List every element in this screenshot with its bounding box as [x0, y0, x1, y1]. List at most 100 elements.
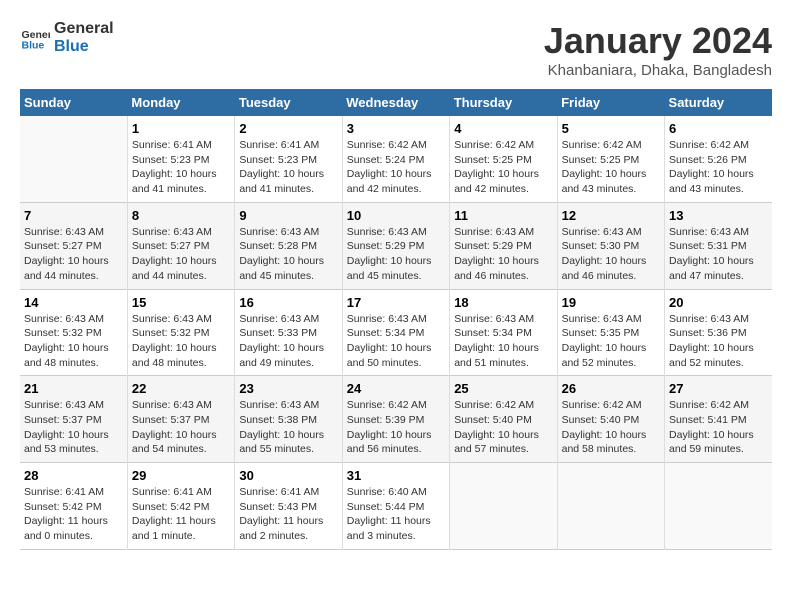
calendar-cell: 18 Sunrise: 6:43 AMSunset: 5:34 PMDayligh…	[450, 289, 557, 376]
calendar-cell: 19 Sunrise: 6:43 AMSunset: 5:35 PMDayligh…	[557, 289, 664, 376]
calendar-cell: 15 Sunrise: 6:43 AMSunset: 5:32 PMDayligh…	[127, 289, 234, 376]
day-number: 16	[239, 295, 337, 310]
calendar-cell	[557, 463, 664, 550]
day-info: Sunrise: 6:40 AMSunset: 5:44 PMDaylight:…	[347, 485, 445, 544]
day-number: 9	[239, 208, 337, 223]
calendar-cell: 7 Sunrise: 6:43 AMSunset: 5:27 PMDaylight…	[20, 202, 127, 289]
calendar-cell: 8Sunrise: 6:43 AMSunset: 5:27 PMDaylight…	[127, 202, 234, 289]
calendar-cell: 9 Sunrise: 6:43 AMSunset: 5:28 PMDaylight…	[235, 202, 342, 289]
day-number: 13	[669, 208, 768, 223]
day-info: Sunrise: 6:42 AMSunset: 5:25 PMDaylight:…	[562, 138, 660, 197]
day-number: 1	[132, 121, 230, 136]
calendar-cell: 28Sunrise: 6:41 AMSunset: 5:42 PMDayligh…	[20, 463, 127, 550]
day-info: Sunrise: 6:42 AMSunset: 5:40 PMDaylight:…	[562, 398, 660, 457]
calendar-cell	[20, 116, 127, 202]
calendar-cell: 3 Sunrise: 6:42 AMSunset: 5:24 PMDaylight…	[342, 116, 449, 202]
calendar-cell: 16 Sunrise: 6:43 AMSunset: 5:33 PMDayligh…	[235, 289, 342, 376]
day-number: 14	[24, 295, 123, 310]
calendar-cell: 23Sunrise: 6:43 AMSunset: 5:38 PMDayligh…	[235, 376, 342, 463]
calendar-cell: 6Sunrise: 6:42 AMSunset: 5:26 PMDaylight…	[665, 116, 772, 202]
weekday-header-row: SundayMondayTuesdayWednesdayThursdayFrid…	[20, 89, 772, 116]
logo-line2: Blue	[54, 38, 114, 56]
day-number: 31	[347, 468, 445, 483]
day-info: Sunrise: 6:43 AMSunset: 5:33 PMDaylight:…	[239, 312, 337, 371]
day-info: Sunrise: 6:43 AMSunset: 5:34 PMDaylight:…	[454, 312, 552, 371]
calendar-cell: 14 Sunrise: 6:43 AMSunset: 5:32 PMDayligh…	[20, 289, 127, 376]
day-number: 11	[454, 208, 552, 223]
calendar-cell: 17 Sunrise: 6:43 AMSunset: 5:34 PMDayligh…	[342, 289, 449, 376]
day-number: 7	[24, 208, 123, 223]
day-number: 15	[132, 295, 230, 310]
calendar-cell: 4Sunrise: 6:42 AMSunset: 5:25 PMDaylight…	[450, 116, 557, 202]
day-number: 17	[347, 295, 445, 310]
logo-icon: General Blue	[20, 23, 50, 53]
day-info: Sunrise: 6:43 AMSunset: 5:32 PMDaylight:…	[24, 312, 123, 371]
day-info: Sunrise: 6:43 AMSunset: 5:28 PMDaylight:…	[239, 225, 337, 284]
logo: General Blue General Blue	[20, 20, 114, 55]
weekday-header-saturday: Saturday	[665, 89, 772, 116]
day-info: Sunrise: 6:41 AMSunset: 5:42 PMDaylight:…	[132, 485, 230, 544]
day-info: Sunrise: 6:42 AMSunset: 5:41 PMDaylight:…	[669, 398, 768, 457]
weekday-header-wednesday: Wednesday	[342, 89, 449, 116]
title-block: January 2024 Khanbaniara, Dhaka, Banglad…	[544, 20, 772, 79]
calendar-cell: 12 Sunrise: 6:43 AMSunset: 5:30 PMDayligh…	[557, 202, 664, 289]
day-number: 21	[24, 381, 123, 396]
calendar-cell: 20 Sunrise: 6:43 AMSunset: 5:36 PMDayligh…	[665, 289, 772, 376]
calendar-title: January 2024	[544, 20, 772, 62]
calendar-cell: 10Sunrise: 6:43 AMSunset: 5:29 PMDayligh…	[342, 202, 449, 289]
day-info: Sunrise: 6:41 AMSunset: 5:43 PMDaylight:…	[239, 485, 337, 544]
day-info: Sunrise: 6:41 AMSunset: 5:23 PMDaylight:…	[239, 138, 337, 197]
calendar-cell: 5 Sunrise: 6:42 AMSunset: 5:25 PMDaylight…	[557, 116, 664, 202]
calendar-cell: 11Sunrise: 6:43 AMSunset: 5:29 PMDayligh…	[450, 202, 557, 289]
day-number: 25	[454, 381, 552, 396]
calendar-table: SundayMondayTuesdayWednesdayThursdayFrid…	[20, 89, 772, 550]
weekday-header-friday: Friday	[557, 89, 664, 116]
day-info: Sunrise: 6:43 AMSunset: 5:32 PMDaylight:…	[132, 312, 230, 371]
svg-text:Blue: Blue	[22, 39, 45, 51]
day-info: Sunrise: 6:41 AMSunset: 5:42 PMDaylight:…	[24, 485, 123, 544]
day-number: 24	[347, 381, 445, 396]
day-info: Sunrise: 6:43 AMSunset: 5:37 PMDaylight:…	[132, 398, 230, 457]
day-info: Sunrise: 6:43 AMSunset: 5:36 PMDaylight:…	[669, 312, 768, 371]
day-number: 19	[562, 295, 660, 310]
day-number: 3	[347, 121, 445, 136]
calendar-cell: 24Sunrise: 6:42 AMSunset: 5:39 PMDayligh…	[342, 376, 449, 463]
calendar-week-row: 14 Sunrise: 6:43 AMSunset: 5:32 PMDayligh…	[20, 289, 772, 376]
calendar-cell: 29 Sunrise: 6:41 AMSunset: 5:42 PMDayligh…	[127, 463, 234, 550]
day-info: Sunrise: 6:42 AMSunset: 5:24 PMDaylight:…	[347, 138, 445, 197]
day-number: 29	[132, 468, 230, 483]
day-info: Sunrise: 6:43 AMSunset: 5:37 PMDaylight:…	[24, 398, 123, 457]
weekday-header-thursday: Thursday	[450, 89, 557, 116]
day-number: 8	[132, 208, 230, 223]
day-info: Sunrise: 6:43 AMSunset: 5:35 PMDaylight:…	[562, 312, 660, 371]
day-number: 2	[239, 121, 337, 136]
day-number: 30	[239, 468, 337, 483]
day-info: Sunrise: 6:43 AMSunset: 5:29 PMDaylight:…	[347, 225, 445, 284]
day-info: Sunrise: 6:42 AMSunset: 5:40 PMDaylight:…	[454, 398, 552, 457]
calendar-cell: 30 Sunrise: 6:41 AMSunset: 5:43 PMDayligh…	[235, 463, 342, 550]
day-number: 12	[562, 208, 660, 223]
calendar-week-row: 21 Sunrise: 6:43 AMSunset: 5:37 PMDayligh…	[20, 376, 772, 463]
day-number: 20	[669, 295, 768, 310]
calendar-cell: 27 Sunrise: 6:42 AMSunset: 5:41 PMDayligh…	[665, 376, 772, 463]
day-info: Sunrise: 6:43 AMSunset: 5:30 PMDaylight:…	[562, 225, 660, 284]
day-number: 27	[669, 381, 768, 396]
day-number: 5	[562, 121, 660, 136]
calendar-week-row: 1 Sunrise: 6:41 AMSunset: 5:23 PMDaylight…	[20, 116, 772, 202]
day-number: 6	[669, 121, 768, 136]
day-number: 18	[454, 295, 552, 310]
calendar-cell: 21 Sunrise: 6:43 AMSunset: 5:37 PMDayligh…	[20, 376, 127, 463]
day-number: 4	[454, 121, 552, 136]
day-number: 22	[132, 381, 230, 396]
logo-line1: General	[54, 20, 114, 38]
day-info: Sunrise: 6:43 AMSunset: 5:27 PMDaylight:…	[24, 225, 123, 284]
calendar-cell: 22 Sunrise: 6:43 AMSunset: 5:37 PMDayligh…	[127, 376, 234, 463]
day-info: Sunrise: 6:43 AMSunset: 5:38 PMDaylight:…	[239, 398, 337, 457]
calendar-cell: 25 Sunrise: 6:42 AMSunset: 5:40 PMDayligh…	[450, 376, 557, 463]
day-info: Sunrise: 6:41 AMSunset: 5:23 PMDaylight:…	[132, 138, 230, 197]
day-info: Sunrise: 6:43 AMSunset: 5:34 PMDaylight:…	[347, 312, 445, 371]
day-info: Sunrise: 6:43 AMSunset: 5:31 PMDaylight:…	[669, 225, 768, 284]
weekday-header-monday: Monday	[127, 89, 234, 116]
day-number: 26	[562, 381, 660, 396]
weekday-header-sunday: Sunday	[20, 89, 127, 116]
